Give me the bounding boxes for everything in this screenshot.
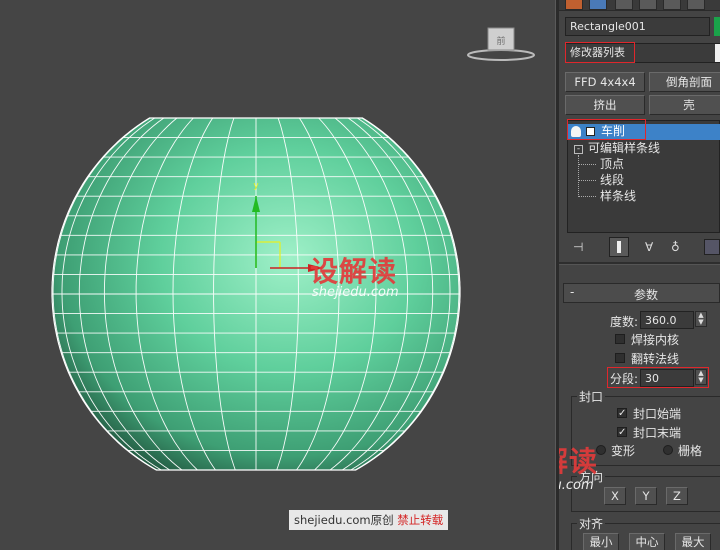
degrees-input[interactable]: 360.0 [640,311,694,329]
modify-tab-icon[interactable] [589,0,607,10]
watermark-brand: 设解读 [310,255,398,288]
utilities-tab-icon[interactable] [687,0,705,10]
cap-start-label: 封口始端 [633,407,682,421]
rollout-title: 参数 [634,288,659,302]
remove-modifier-icon[interactable]: ♁ [671,240,685,254]
collapse-icon[interactable]: - [574,145,583,154]
rollout-header-parameters[interactable]: - 参数 [563,283,720,303]
display-tab-icon[interactable] [663,0,681,10]
svg-text:y: y [253,181,259,191]
object-color-swatch[interactable] [714,17,720,36]
credit-banner: shejiedu.com原创 禁止转载 [289,510,449,530]
stack-item-editable-spline[interactable]: 可编辑样条线 [588,141,660,156]
cap-end-label: 封口末端 [633,426,682,440]
morph-label: 变形 [611,444,636,458]
rollout-collapse-sign: - [570,285,575,299]
ffd-button[interactable]: FFD 4x4x4 [565,72,645,92]
tree-branch [578,196,596,197]
create-tab-icon[interactable] [565,0,583,10]
make-unique-icon[interactable]: ∀ [645,240,661,254]
highlight-segments [607,367,709,388]
capping-group-label: 封口 [577,388,606,405]
align-group-label: 对齐 [577,515,606,532]
object-name-field[interactable]: Rectangle001 [565,17,710,36]
extrude-button[interactable]: 挤出 [565,95,645,115]
credit-warning: 禁止转载 [397,513,444,527]
axis-y-button[interactable]: Y [635,487,657,505]
axis-z-button[interactable]: Z [666,487,688,505]
watermark-url-2: shejiedu.com [559,478,594,493]
viewcube-front-label: 前 [496,35,505,47]
viewcube-icon[interactable]: 前 [467,27,535,61]
watermark-url: shejiedu.com [312,285,399,300]
stack-subitem-vertex[interactable]: 顶点 [600,157,624,172]
motion-tab-icon[interactable] [639,0,657,10]
shell-button[interactable]: 壳 [649,95,720,115]
hierarchy-tab-icon[interactable] [615,0,633,10]
separator [559,262,720,265]
bevel-profile-button[interactable]: 倒角剖面 [649,72,720,92]
degrees-spinner[interactable]: ▲ ▼ [695,311,707,327]
weld-core-label: 焊接内核 [631,333,680,347]
command-panel: Rectangle001 修改器列表 FFD 4x4x4 倒角剖面 挤出 壳 车… [559,0,720,550]
command-panel-tabs [559,0,720,11]
stack-subitem-segment[interactable]: 线段 [600,173,624,188]
tree-line [578,155,580,197]
grid-label: 栅格 [678,444,703,458]
watermark-brand-2: 设解读 [559,445,599,478]
perspective-viewport[interactable]: 前 y 设解读 shejiedu.com shejiedu.com原创 禁止转载 [0,0,555,550]
lathe-mesh-render: 前 y [51,27,535,471]
credit-prefix: shejiedu.com原创 [294,513,394,527]
weld-core-checkbox[interactable] [615,334,625,344]
flip-normals-checkbox[interactable] [615,353,625,363]
cap-end-checkbox[interactable]: ✓ [617,427,627,438]
flip-normals-label: 翻转法线 [631,352,680,366]
show-end-result-icon[interactable] [609,237,629,257]
stack-subitem-spline[interactable]: 样条线 [600,189,636,204]
align-center-button[interactable]: 中心 [629,533,665,550]
dropdown-arrow-icon[interactable] [715,44,720,62]
tree-branch [578,180,596,181]
grid-radio[interactable] [663,445,673,455]
align-max-button[interactable]: 最大 [675,533,711,550]
highlight-modifier-list [565,42,635,63]
configure-sets-icon[interactable] [704,239,720,255]
cap-start-checkbox[interactable]: ✓ [617,408,627,419]
degrees-label: 度数: [610,315,639,329]
pin-stack-icon[interactable]: ⊣ [573,240,589,254]
align-min-button[interactable]: 最小 [583,533,619,550]
axis-x-button[interactable]: X [604,487,626,505]
tree-branch [578,164,596,165]
highlight-lathe [567,119,646,140]
